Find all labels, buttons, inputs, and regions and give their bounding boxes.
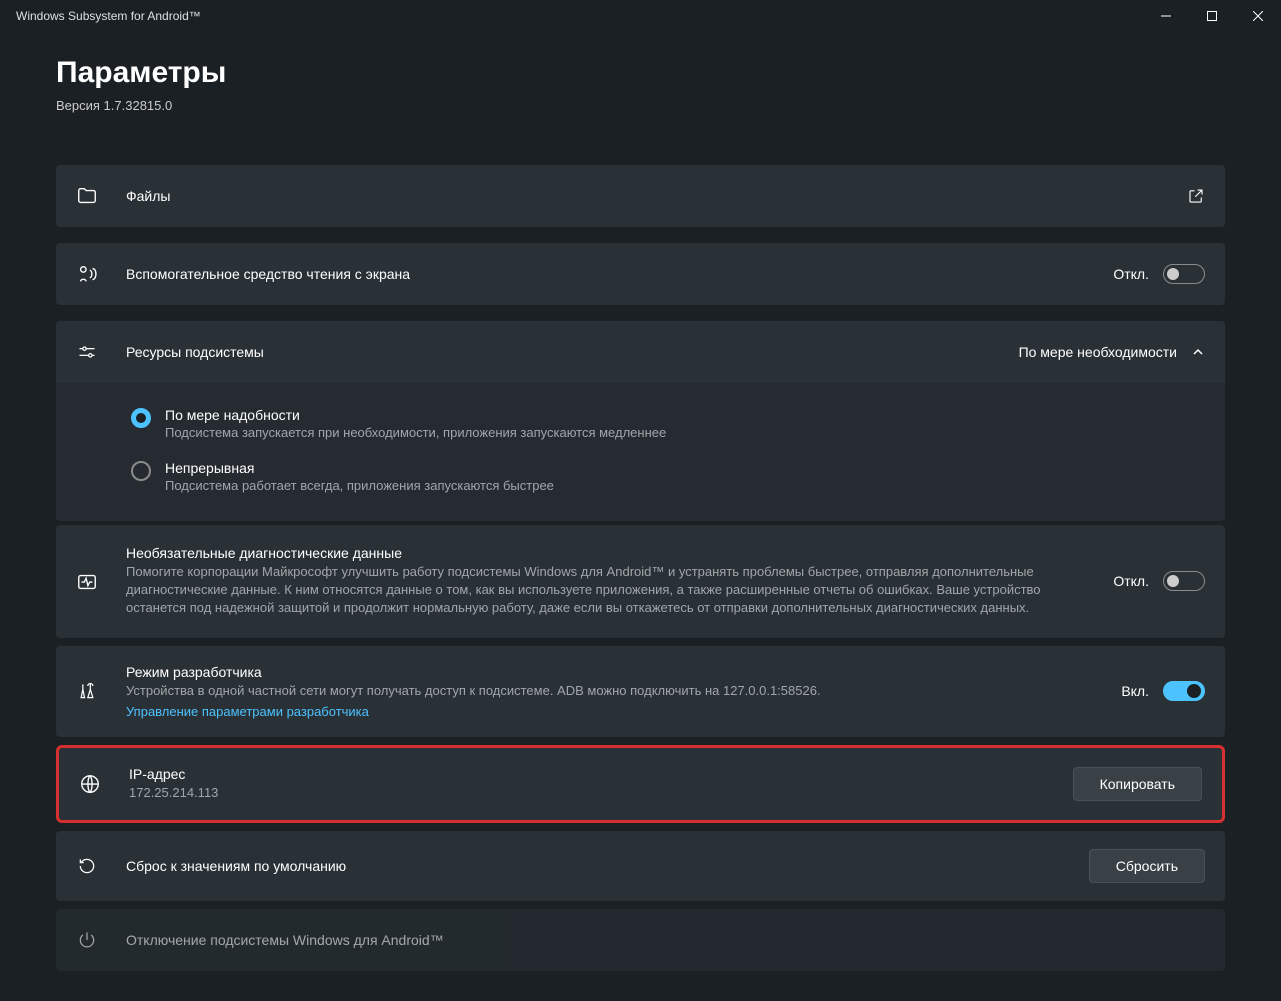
files-label: Файлы [126, 188, 1187, 204]
resources-selected: По мере необходимости [1019, 344, 1177, 360]
diagnostics-state: Откл. [1113, 573, 1149, 589]
radio-unselected-icon[interactable] [131, 461, 151, 481]
power-icon [76, 929, 98, 951]
ip-value: 172.25.214.113 [129, 784, 1073, 802]
page-title: Параметры [56, 56, 1225, 90]
maximize-button[interactable] [1189, 0, 1235, 32]
chevron-up-icon[interactable] [1191, 345, 1205, 359]
developer-sub: Устройства в одной частной сети могут по… [126, 682, 1121, 700]
folder-icon [76, 185, 98, 207]
option-title: Непрерывная [165, 460, 554, 476]
version-label: Версия 1.7.32815.0 [56, 98, 1225, 113]
option-sub: Подсистема запускается при необходимости… [165, 425, 666, 440]
developer-state: Вкл. [1121, 683, 1149, 699]
titlebar: Windows Subsystem for Android™ [0, 0, 1281, 32]
ip-address-row: IP-адрес 172.25.214.113 Копировать [56, 745, 1225, 823]
screen-reader-toggle[interactable] [1163, 264, 1205, 284]
option-title: По мере надобности [165, 407, 666, 423]
developer-title: Режим разработчика [126, 664, 1121, 680]
close-button[interactable] [1235, 0, 1281, 32]
app-title: Windows Subsystem for Android™ [16, 9, 201, 23]
resources-row[interactable]: Ресурсы подсистемы По мере необходимости [56, 321, 1225, 383]
developer-row: Режим разработчика Устройства в одной ча… [56, 646, 1225, 737]
window-controls [1143, 0, 1281, 32]
resources-label: Ресурсы подсистемы [126, 344, 1019, 360]
shutdown-title: Отключение подсистемы Windows для Androi… [126, 932, 1205, 948]
diagnostics-row: Необязательные диагностические данные По… [56, 525, 1225, 638]
resources-options: По мере надобности Подсистема запускаетс… [56, 383, 1225, 521]
option-sub: Подсистема работает всегда, приложения з… [165, 478, 554, 493]
diagnostics-toggle[interactable] [1163, 571, 1205, 591]
reset-title: Сброс к значениям по умолчанию [126, 858, 1089, 874]
open-external-icon[interactable] [1187, 187, 1205, 205]
screen-reader-label: Вспомогательное средство чтения с экрана [126, 266, 1113, 282]
ip-title: IP-адрес [129, 766, 1073, 782]
network-icon [79, 773, 101, 795]
shutdown-row: Отключение подсистемы Windows для Androi… [56, 909, 1225, 971]
minimize-button[interactable] [1143, 0, 1189, 32]
reset-icon [76, 855, 98, 877]
reset-row: Сброс к значениям по умолчанию Сбросить [56, 831, 1225, 901]
radio-selected-icon[interactable] [131, 408, 151, 428]
sliders-icon [76, 341, 98, 363]
resource-option-ondemand[interactable]: По мере надобности Подсистема запускаетс… [76, 397, 1205, 450]
diagnostics-title: Необязательные диагностические данные [126, 545, 1083, 561]
reset-button[interactable]: Сбросить [1089, 849, 1205, 883]
heartbeat-icon [76, 571, 98, 593]
developer-toggle[interactable] [1163, 681, 1205, 701]
tools-icon [76, 680, 98, 702]
screen-reader-row: Вспомогательное средство чтения с экрана… [56, 243, 1225, 305]
copy-button[interactable]: Копировать [1073, 767, 1202, 801]
resource-option-continuous[interactable]: Непрерывная Подсистема работает всегда, … [76, 450, 1205, 503]
developer-link[interactable]: Управление параметрами разработчика [126, 704, 1121, 719]
screen-reader-state: Откл. [1113, 266, 1149, 282]
diagnostics-sub: Помогите корпорации Майкрософт улучшить … [126, 563, 1083, 618]
accessibility-icon [76, 263, 98, 285]
files-row[interactable]: Файлы [56, 165, 1225, 227]
